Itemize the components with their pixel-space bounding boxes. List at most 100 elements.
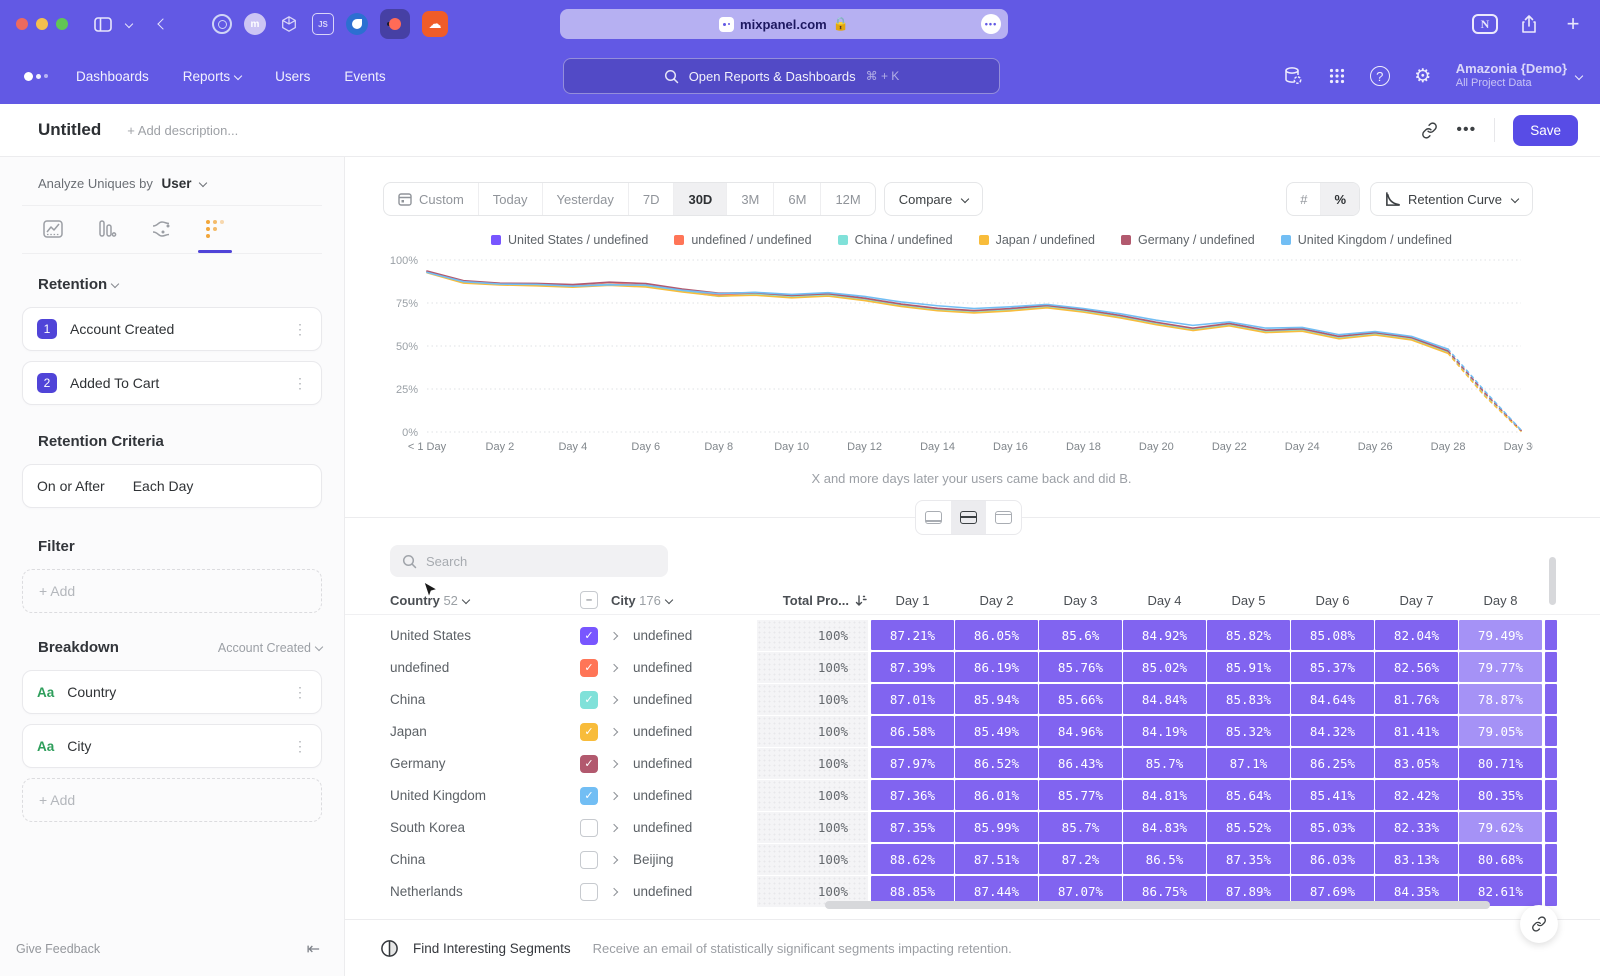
column-header-day-7[interactable]: Day 7 bbox=[1375, 586, 1458, 614]
tab-insights[interactable] bbox=[36, 218, 70, 253]
checked-checkbox[interactable]: ✓ bbox=[580, 659, 598, 677]
project-switcher[interactable]: Amazonia {Demo} All Project Data bbox=[1456, 61, 1582, 91]
column-header-total[interactable]: Total Pro... bbox=[757, 586, 868, 614]
retention-cell-day-7[interactable]: 81.76% bbox=[1375, 684, 1458, 714]
unit-count[interactable]: # bbox=[1287, 183, 1321, 215]
retention-cell-day-4[interactable]: 84.81% bbox=[1123, 780, 1206, 810]
retention-cell-day-1[interactable]: 87.39% bbox=[871, 652, 954, 682]
kebab-menu-icon[interactable]: ⋮ bbox=[293, 321, 307, 338]
legend-item[interactable]: China / undefined bbox=[838, 233, 953, 247]
give-feedback-link[interactable]: Give Feedback bbox=[16, 942, 100, 956]
checked-checkbox[interactable]: ✓ bbox=[580, 755, 598, 773]
breakdown-property-label[interactable]: City bbox=[67, 738, 91, 754]
retention-cell-day-2[interactable]: 87.51% bbox=[955, 844, 1038, 874]
retention-step-1[interactable]: 1Account Created⋮ bbox=[22, 307, 322, 351]
column-header-day-1[interactable]: Day 1 bbox=[871, 586, 954, 614]
retention-cell-day-8[interactable]: 79.05% bbox=[1459, 716, 1542, 746]
notion-icon[interactable]: N bbox=[1472, 14, 1498, 34]
breakdown-scope-selector[interactable]: Account Created bbox=[218, 641, 322, 655]
checked-checkbox[interactable]: ✓ bbox=[580, 627, 598, 645]
traffic-light-close[interactable] bbox=[16, 18, 28, 30]
retention-cell-day-2[interactable]: 85.99% bbox=[955, 812, 1038, 842]
data-management-icon[interactable] bbox=[1282, 65, 1304, 87]
retention-cell-day-7[interactable]: 82.04% bbox=[1375, 620, 1458, 650]
retention-cell-day-6[interactable]: 85.41% bbox=[1291, 780, 1374, 810]
retention-cell-day-2[interactable]: 86.52% bbox=[955, 748, 1038, 778]
bird-extension-icon[interactable] bbox=[346, 13, 368, 35]
retention-cell-day-5[interactable]: 85.82% bbox=[1207, 620, 1290, 650]
legend-item[interactable]: Japan / undefined bbox=[979, 233, 1095, 247]
traffic-light-zoom[interactable] bbox=[56, 18, 68, 30]
share-link-fab[interactable] bbox=[1520, 905, 1558, 943]
retention-cell-day-2[interactable]: 86.19% bbox=[955, 652, 1038, 682]
mixpanel-logo[interactable] bbox=[24, 72, 48, 81]
save-button[interactable]: Save bbox=[1513, 115, 1578, 146]
copy-link-icon[interactable] bbox=[1421, 122, 1438, 139]
retention-cell-day-4[interactable]: 86.5% bbox=[1123, 844, 1206, 874]
breakdown-item-city[interactable]: AaCity⋮ bbox=[22, 724, 322, 768]
checked-checkbox[interactable]: ✓ bbox=[580, 723, 598, 741]
m-extension-icon[interactable]: m bbox=[244, 13, 266, 35]
table-only-view-icon[interactable] bbox=[986, 501, 1021, 534]
retention-cell-day-5[interactable]: 85.32% bbox=[1207, 716, 1290, 746]
patreon-extension-icon[interactable] bbox=[380, 9, 410, 39]
retention-cell-day-1[interactable]: 87.21% bbox=[871, 620, 954, 650]
row-expand-chevron[interactable] bbox=[611, 780, 625, 811]
retention-cell-day-6[interactable]: 84.64% bbox=[1291, 684, 1374, 714]
table-search[interactable]: Search bbox=[390, 545, 668, 577]
retention-cell-day-1[interactable]: 87.01% bbox=[871, 684, 954, 714]
retention-cell-day-2[interactable]: 85.49% bbox=[955, 716, 1038, 746]
indeterminate-checkbox[interactable]: – bbox=[580, 591, 598, 609]
kebab-menu-icon[interactable]: ⋮ bbox=[293, 375, 307, 392]
step-event-label[interactable]: Added To Cart bbox=[70, 375, 159, 391]
range-yesterday[interactable]: Yesterday bbox=[543, 183, 629, 215]
retention-cell-day-3[interactable]: 86.43% bbox=[1039, 748, 1122, 778]
select-all-checkbox[interactable]: – bbox=[580, 586, 600, 614]
traffic-light-minimize[interactable] bbox=[36, 18, 48, 30]
retention-cell-day-3[interactable]: 87.2% bbox=[1039, 844, 1122, 874]
column-header-day-2[interactable]: Day 2 bbox=[955, 586, 1038, 614]
add-description[interactable]: + Add description... bbox=[127, 123, 238, 138]
criteria-each-day[interactable]: Each Day bbox=[133, 478, 194, 494]
retention-curve-chart[interactable]: 0%25%50%75%100%< 1 DayDay 2Day 4Day 6Day… bbox=[383, 252, 1533, 464]
nav-item-users[interactable]: Users bbox=[275, 69, 310, 84]
cube-extension-icon[interactable] bbox=[278, 13, 300, 35]
column-header-day-6[interactable]: Day 6 bbox=[1291, 586, 1374, 614]
new-tab-icon[interactable]: + bbox=[1560, 11, 1586, 37]
kebab-menu-icon[interactable]: ⋮ bbox=[293, 738, 307, 755]
retention-cell-day-7[interactable]: 83.05% bbox=[1375, 748, 1458, 778]
compare-button[interactable]: Compare bbox=[884, 182, 983, 216]
breakdown-property-label[interactable]: Country bbox=[67, 684, 116, 700]
column-header-day-8[interactable]: Day 8 bbox=[1459, 586, 1542, 614]
retention-cell-day-1[interactable]: 87.97% bbox=[871, 748, 954, 778]
chart-only-view-icon[interactable] bbox=[916, 501, 951, 534]
row-checkbox[interactable]: ✓ bbox=[580, 716, 600, 747]
range-3m[interactable]: 3M bbox=[727, 183, 774, 215]
sort-descending-icon[interactable] bbox=[855, 594, 868, 607]
retention-cell-day-6[interactable]: 84.32% bbox=[1291, 716, 1374, 746]
row-expand-chevron[interactable] bbox=[611, 652, 625, 683]
range-7d[interactable]: 7D bbox=[629, 183, 675, 215]
retention-cell-day-3[interactable]: 84.96% bbox=[1039, 716, 1122, 746]
range-6m[interactable]: 6M bbox=[774, 183, 821, 215]
retention-cell-day-1[interactable]: 87.36% bbox=[871, 780, 954, 810]
row-expand-chevron[interactable] bbox=[611, 876, 625, 907]
legend-item[interactable]: United Kingdom / undefined bbox=[1281, 233, 1452, 247]
retention-cell-day-8[interactable]: 78.87% bbox=[1459, 684, 1542, 714]
retention-cell-day-6[interactable]: 85.08% bbox=[1291, 620, 1374, 650]
retention-cell-day-6[interactable]: 86.25% bbox=[1291, 748, 1374, 778]
analyze-value[interactable]: User bbox=[162, 176, 192, 191]
legend-item[interactable]: United States / undefined bbox=[491, 233, 648, 247]
row-checkbox[interactable]: ✓ bbox=[580, 684, 600, 715]
retention-cell-day-6[interactable]: 85.03% bbox=[1291, 812, 1374, 842]
retention-cell-day-3[interactable]: 85.6% bbox=[1039, 620, 1122, 650]
retention-cell-day-3[interactable]: 85.7% bbox=[1039, 812, 1122, 842]
js-extension-icon[interactable]: JS bbox=[312, 13, 334, 35]
legend-item[interactable]: Germany / undefined bbox=[1121, 233, 1255, 247]
row-expand-chevron[interactable] bbox=[611, 620, 625, 651]
apps-grid-icon[interactable] bbox=[1326, 65, 1348, 87]
retention-criteria-card[interactable]: On or After Each Day bbox=[22, 464, 322, 508]
retention-cell-day-2[interactable]: 85.94% bbox=[955, 684, 1038, 714]
row-expand-chevron[interactable] bbox=[611, 812, 625, 843]
unchecked-checkbox[interactable] bbox=[580, 883, 598, 901]
